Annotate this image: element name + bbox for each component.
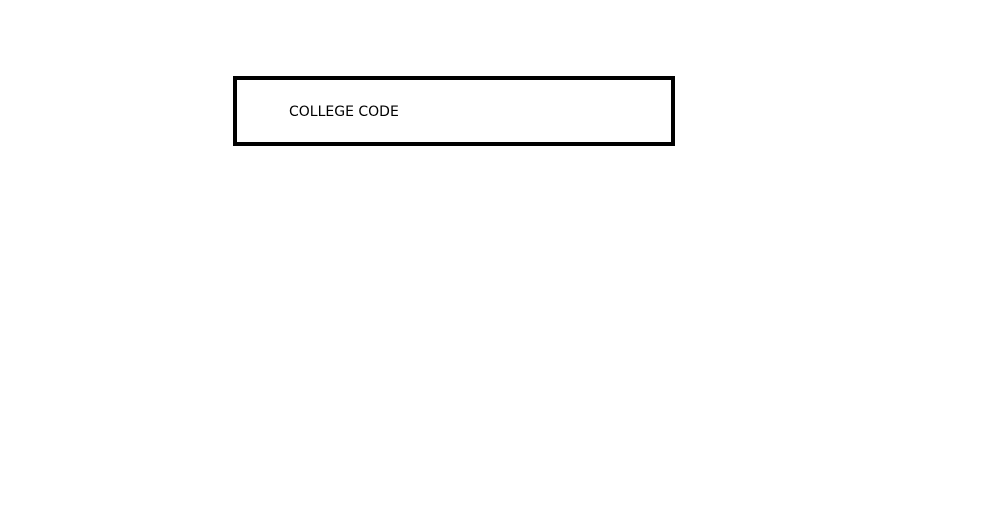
college-code-field[interactable]: COLLEGE CODE <box>233 76 675 146</box>
college-code-label: COLLEGE CODE <box>289 104 399 120</box>
canvas: { "field": { "label": "COLLEGE CODE" }, … <box>0 0 1004 514</box>
